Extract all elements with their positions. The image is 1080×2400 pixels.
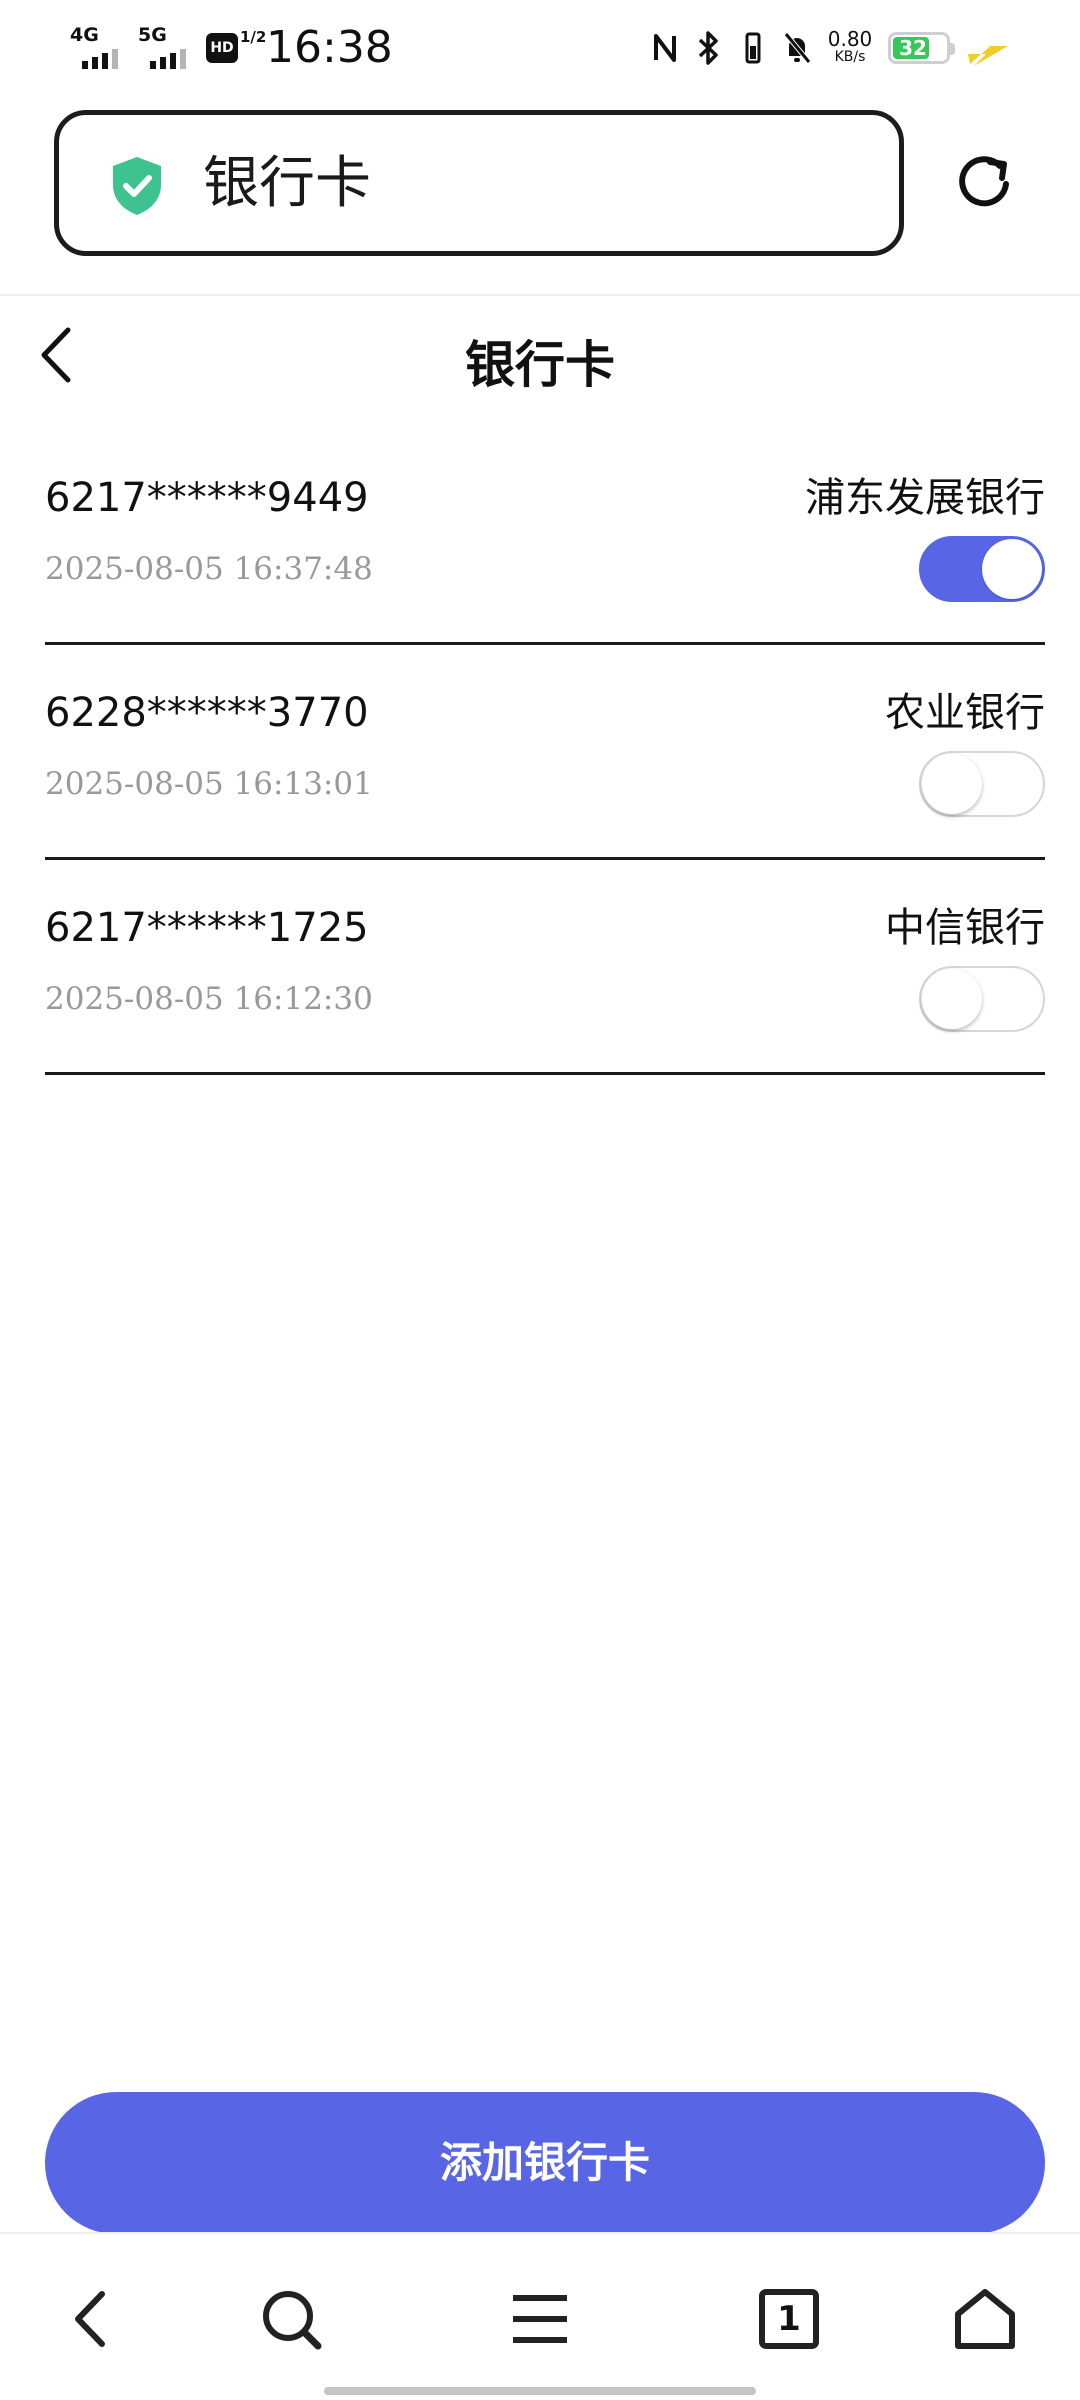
bank-name: 中信银行	[885, 905, 1045, 951]
toggle-knob	[982, 539, 1042, 599]
nav-search-button[interactable]	[256, 2284, 326, 2354]
battery-icon: 32	[888, 32, 955, 64]
status-right: 0.80 KB/s 32	[650, 22, 1010, 74]
bank-card-row[interactable]: 6217******9449 2025-08-05 16:37:48 浦东发展银…	[45, 430, 1045, 645]
nav-home-button[interactable]	[950, 2284, 1020, 2354]
search-icon	[263, 2291, 322, 2350]
nav-back-button[interactable]	[58, 2284, 128, 2354]
bank-card-list: 6217******9449 2025-08-05 16:37:48 浦东发展银…	[45, 430, 1045, 1075]
status-bar: 4G 5G HD 1/2 16:38 0.80 KB/s 32	[0, 0, 1080, 96]
shield-check-icon	[113, 157, 161, 215]
signal-5g: 5G	[138, 25, 194, 71]
bank-name: 浦东发展银行	[805, 475, 1045, 521]
signal-4g: 4G	[70, 25, 126, 71]
add-bank-card-button[interactable]: 添加银行卡	[45, 2092, 1045, 2234]
toggle-knob	[922, 969, 982, 1029]
card-default-toggle[interactable]	[919, 536, 1045, 602]
hd-badge: HD	[206, 33, 238, 63]
bank-card-page: 4G 5G HD 1/2 16:38 0.80 KB/s 32 银行卡 银行卡 …	[0, 0, 1080, 2400]
nav-tabs-button[interactable]: 1	[754, 2284, 824, 2354]
back-icon	[75, 2291, 105, 2347]
card-added-date: 2025-08-05 16:12:30	[45, 981, 373, 1017]
card-default-toggle[interactable]	[919, 751, 1045, 817]
charging-icon	[968, 34, 1008, 66]
status-time: 16:38	[266, 22, 393, 73]
nav-menu-button[interactable]	[505, 2284, 575, 2354]
signal-bars-icon	[150, 49, 186, 69]
network-label-5g: 5G	[138, 24, 167, 46]
address-title: 银行卡	[203, 151, 371, 216]
tab-count: 1	[777, 2299, 801, 2339]
home-indicator[interactable]	[324, 2387, 756, 2395]
bluetooth-icon	[698, 31, 718, 65]
header-divider	[0, 294, 1080, 296]
card-number: 6217******1725	[45, 905, 369, 951]
vibrate-icon	[745, 32, 761, 64]
hd-fraction: 1/2	[240, 28, 267, 46]
signal-bars-icon	[82, 49, 118, 69]
reload-icon[interactable]	[952, 150, 1016, 214]
home-icon	[955, 2289, 1015, 2349]
mute-bell-icon	[784, 32, 811, 64]
hd-voice-indicator: HD 1/2	[206, 25, 266, 71]
card-number: 6228******3770	[45, 690, 369, 736]
battery-tip	[950, 43, 955, 55]
toggle-knob	[922, 754, 982, 814]
address-bar[interactable]: 银行卡	[54, 110, 904, 256]
page-title: 银行卡	[465, 336, 615, 394]
status-left: 4G 5G HD 1/2 16:38	[70, 22, 393, 74]
bank-card-row[interactable]: 6217******1725 2025-08-05 16:12:30 中信银行	[45, 860, 1045, 1075]
network-label-4g: 4G	[70, 24, 99, 46]
card-default-toggle[interactable]	[919, 966, 1045, 1032]
bank-card-row[interactable]: 6228******3770 2025-08-05 16:13:01 农业银行	[45, 645, 1045, 860]
menu-icon	[513, 2295, 567, 2343]
nfc-icon	[654, 34, 676, 62]
network-speed: 0.80 KB/s	[826, 29, 874, 66]
card-added-date: 2025-08-05 16:13:01	[45, 766, 373, 802]
battery-level: 32	[899, 36, 927, 60]
browser-bottom-nav: 1	[0, 2232, 1080, 2400]
card-number: 6217******9449	[45, 475, 369, 521]
card-added-date: 2025-08-05 16:37:48	[45, 551, 373, 587]
bank-name: 农业银行	[885, 690, 1045, 736]
